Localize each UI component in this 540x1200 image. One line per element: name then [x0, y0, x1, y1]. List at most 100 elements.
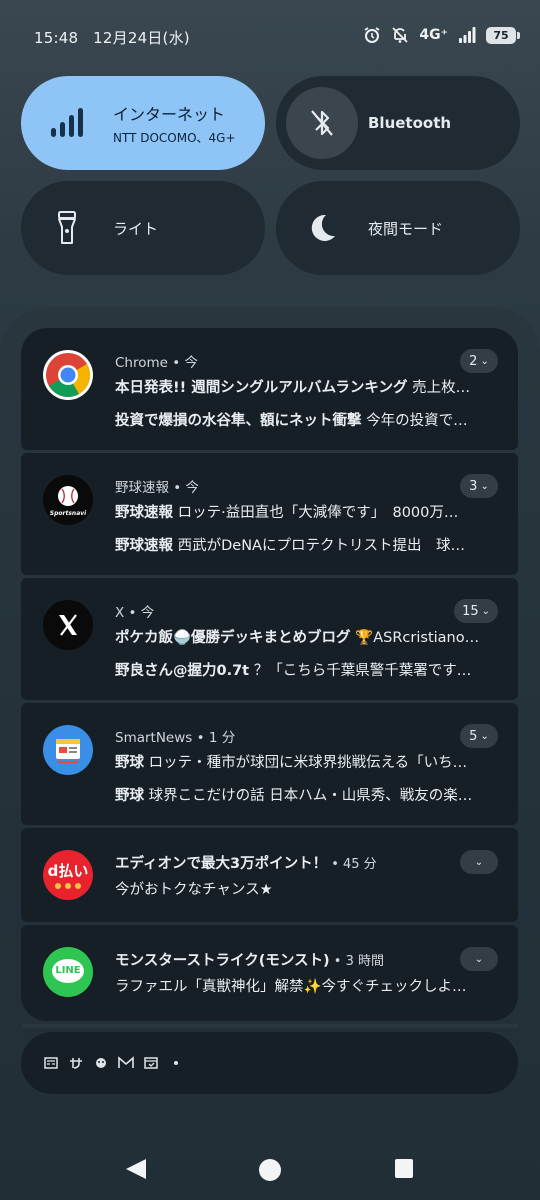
line-text: 西武がDeNAにプロテクトリスト提出 球… — [173, 538, 465, 554]
sa-icon — [68, 1055, 84, 1071]
status-time: 15:48 — [34, 29, 79, 47]
notification-line: 野球 球界ここだけの話 日本ハム・山県秀、戦友の楽… — [115, 784, 495, 805]
x-icon — [43, 600, 93, 650]
line-title: 野良さん@握力0.7t — [115, 663, 250, 679]
expand-badge[interactable]: ⌄ — [460, 947, 498, 971]
tile-night-mode-title: 夜間モード — [368, 219, 444, 238]
notification-text: 今がおトクなチャンス★ — [115, 882, 273, 898]
notification-baseball[interactable]: Sportsnavi 野球速報 • 今 3 ⌄ 野球速報 ロッテ·益田直也「大減俸… — [21, 453, 518, 575]
status-bar: 15:48 12月24日(水) 4G⁺ 75 — [0, 0, 540, 74]
status-icons: 4G⁺ 75 — [363, 26, 520, 44]
tile-flashlight[interactable]: ライト — [21, 181, 265, 275]
chrome-icon — [43, 350, 93, 400]
notification-line: 野良さん@握力0.7t ？「こちら千葉県警千葉署です… — [115, 659, 495, 680]
expand-badge[interactable]: 15 ⌄ — [454, 599, 498, 623]
moon-icon — [286, 192, 358, 264]
chevron-down-icon: ⌄ — [474, 953, 484, 965]
chevron-down-icon: ⌄ — [480, 355, 489, 367]
notification-line: 野球速報 ロッテ·益田直也「大減俸です」 8000万… — [115, 501, 495, 522]
line-text: ？「こちら千葉県警千葉署です… — [249, 663, 472, 679]
home-button[interactable] — [258, 1158, 282, 1182]
line-time: • 45 分 — [327, 857, 377, 872]
line-text: ロッテ・種市が球団に米球界挑戦伝える「いち… — [144, 755, 468, 771]
dpay-label: d払い — [47, 862, 89, 880]
badge-count: 2 — [469, 353, 478, 369]
notification-x[interactable]: X • 今 15 ⌄ ポケカ飯🍚優勝デッキまとめブログ 🏆ASRcristiano… — [21, 578, 518, 700]
navigation-bar — [0, 1140, 540, 1200]
expand-badge[interactable]: 2 ⌄ — [460, 349, 498, 373]
notification-header: SmartNews • 1 分 — [115, 730, 236, 746]
line-title: 本日発表!! 週間シングルアルバムランキング — [115, 380, 408, 396]
tile-internet[interactable]: インターネット NTT DOCOMO、4G+ — [21, 76, 265, 170]
tile-bluetooth-title: Bluetooth — [368, 114, 452, 132]
expand-badge[interactable]: 5 ⌄ — [460, 724, 498, 748]
line-label: LINE — [55, 965, 81, 976]
line-title: エディオンで最大3万ポイント！ — [115, 856, 328, 872]
battery-icon: 75 — [486, 26, 520, 44]
line-title: 野球速報 — [115, 538, 173, 554]
status-date: 12月24日(水) — [93, 29, 190, 47]
notification-line: 野球 ロッテ・種市が球団に米球界挑戦伝える「いち… — [115, 751, 495, 772]
notification-dpay[interactable]: d払い エディオンで最大3万ポイント！ • 45 分 ⌄ 今がおトクなチャンス★ — [21, 828, 518, 922]
mascot-icon — [93, 1055, 109, 1071]
notification-header: 野球速報 • 今 — [115, 480, 200, 496]
line-text: ロッテ·益田直也「大減俸です」 8000万… — [173, 505, 459, 521]
line-text: 球界ここだけの話 日本ハム・山県秀、戦友の楽… — [144, 788, 473, 804]
line-title: モンスターストライク(モンスト) — [115, 953, 330, 969]
tile-flashlight-title: ライト — [113, 219, 159, 238]
flashlight-icon — [31, 192, 103, 264]
signal-bars-icon — [31, 87, 103, 159]
sportsnavi-icon: Sportsnavi — [43, 475, 93, 525]
alarm-icon — [364, 27, 380, 43]
signal-icon — [459, 27, 476, 43]
expand-badge[interactable]: ⌄ — [460, 850, 498, 874]
line-text: 売上枚… — [407, 380, 471, 396]
badge-count: 15 — [462, 603, 479, 619]
network-type: 4G⁺ — [419, 27, 448, 43]
notification-text: ラファエル「真獣神化」解禁✨今すぐチェックしよ… — [115, 979, 467, 995]
notification-line-app[interactable]: LINE モンスターストライク(モンスト) • 3 時間 ⌄ ラファエル「真獣神… — [21, 925, 518, 1021]
newspaper-icon — [43, 1055, 59, 1071]
line-title: 野球速報 — [115, 505, 173, 521]
back-button[interactable] — [124, 1158, 148, 1180]
chevron-down-icon: ⌄ — [480, 480, 489, 492]
battery-level: 75 — [493, 28, 509, 42]
sportsnavi-label: Sportsnavi — [49, 510, 87, 517]
chevron-down-icon: ⌄ — [481, 605, 490, 617]
notification-line: 本日発表!! 週間シングルアルバムランキング 売上枚… — [115, 376, 495, 397]
smartnews-icon — [43, 725, 93, 775]
notification-line: 投資で爆損の水谷隼、額にネット衝撃 今年の投資で… — [115, 409, 495, 430]
notification-line: ポケカ飯🍚優勝デッキまとめブログ 🏆ASRcristiano… — [115, 626, 495, 647]
recents-button[interactable] — [394, 1158, 414, 1180]
line-title: 野球 — [115, 755, 144, 771]
notification-line: 野球速報 西武がDeNAにプロテクトリスト提出 球… — [115, 534, 495, 555]
badge-count: 3 — [469, 478, 478, 494]
notification-header: Chrome • 今 — [115, 355, 198, 371]
notification-header: X • 今 — [115, 605, 155, 621]
chevron-down-icon: ⌄ — [474, 856, 484, 868]
line-text: 🏆ASRcristiano… — [350, 630, 480, 646]
d-barai-icon: d払い — [43, 850, 93, 900]
line-title: 投資で爆損の水谷隼、額にネット衝撃 — [115, 413, 362, 429]
shopping-bag-icon — [143, 1055, 159, 1071]
gmail-icon — [118, 1055, 134, 1071]
line-time: • 3 時間 — [329, 954, 385, 969]
tile-night-mode[interactable]: 夜間モード — [276, 181, 520, 275]
tile-bluetooth[interactable]: Bluetooth — [276, 76, 520, 170]
status-clock: 15:48 12月24日(水) — [34, 27, 190, 48]
tile-internet-subtitle: NTT DOCOMO、4G+ — [113, 130, 236, 145]
badge-count: 5 — [469, 728, 478, 744]
notification-smartnews[interactable]: SmartNews • 1 分 5 ⌄ 野球 ロッテ・種市が球団に米球界挑戦伝える… — [21, 703, 518, 825]
line-title: ポケカ飯🍚優勝デッキまとめブログ — [115, 630, 351, 646]
line-text: 今年の投資で… — [361, 413, 468, 429]
chevron-down-icon: ⌄ — [480, 730, 489, 742]
silent-notifications-row[interactable] — [21, 1032, 518, 1094]
notification-chrome[interactable]: Chrome • 今 2 ⌄ 本日発表!! 週間シングルアルバムランキング 売上枚… — [21, 328, 518, 450]
mute-icon — [392, 27, 409, 43]
more-dot-icon — [168, 1055, 184, 1071]
bluetooth-off-icon — [286, 87, 358, 159]
line-icon: LINE — [43, 947, 93, 997]
expand-badge[interactable]: 3 ⌄ — [460, 474, 498, 498]
line-title: 野球 — [115, 788, 144, 804]
stack-edge — [21, 1024, 518, 1028]
